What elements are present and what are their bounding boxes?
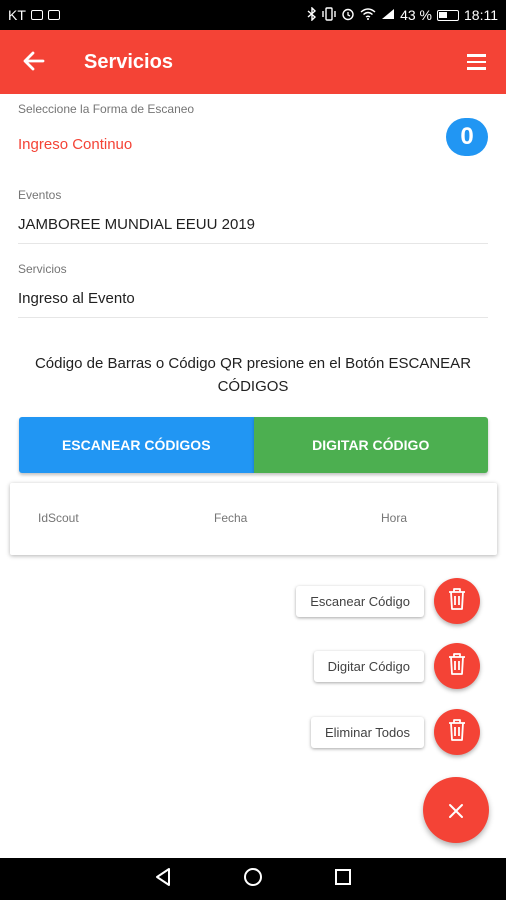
scan-instruction: Código de Barras o Código QR presione en…	[34, 355, 472, 395]
hamburger-menu-icon	[466, 54, 486, 57]
fab-item-type[interactable]: Digitar Código	[313, 643, 480, 689]
fab-scan-button[interactable]	[434, 578, 480, 624]
events-value[interactable]: JAMBOREE MUNDIAL EEUU 2019	[18, 216, 255, 233]
fab-item-delete-all[interactable]: Eliminar Todos	[310, 709, 480, 755]
main-content: Seleccione la Forma de Escaneo Ingreso C…	[0, 94, 506, 555]
fab-main-close-button[interactable]	[423, 777, 489, 843]
nav-back-button[interactable]	[153, 867, 173, 892]
bluetooth-icon	[307, 5, 317, 24]
services-label: Servicios	[18, 262, 67, 276]
services-field[interactable]: Servicios Ingreso al Evento	[18, 244, 488, 318]
circle-home-icon	[243, 867, 263, 892]
trash-icon	[447, 718, 467, 747]
fab-label-scan[interactable]: Escanear Código	[296, 585, 424, 617]
wifi-icon	[360, 7, 376, 23]
fab-type-button[interactable]	[434, 643, 480, 689]
menu-button[interactable]	[446, 30, 506, 94]
scan-mode-label: Seleccione la Forma de Escaneo	[18, 102, 195, 116]
table-header-hora: Hora	[381, 511, 408, 525]
vibrate-icon	[322, 6, 336, 24]
screen-icon	[30, 10, 43, 20]
page-title: Servicios	[84, 50, 173, 73]
fab-label-delete-all[interactable]: Eliminar Todos	[310, 716, 424, 748]
scan-counter-badge: 0	[446, 118, 488, 156]
carrier-label: KT	[8, 7, 26, 23]
fab-delete-all-button[interactable]	[434, 709, 480, 755]
clock: 18:11	[464, 7, 498, 23]
table-header-fecha: Fecha	[214, 511, 248, 525]
table-header-idscout: IdScout	[38, 511, 79, 525]
events-label: Eventos	[18, 188, 62, 202]
scan-mode-field[interactable]: Seleccione la Forma de Escaneo Ingreso C…	[18, 94, 488, 170]
system-nav-bar	[0, 858, 506, 900]
back-button[interactable]	[0, 30, 68, 94]
status-bar-right: 43 % 18:11	[307, 5, 498, 24]
status-bar-left: KT	[8, 7, 60, 23]
triangle-back-icon	[154, 867, 172, 892]
message-icon	[47, 10, 60, 20]
arrow-left-icon	[23, 47, 45, 78]
signal-icon	[381, 7, 395, 23]
scans-table: IdScout Fecha Hora	[10, 483, 497, 555]
fab-label-type[interactable]: Digitar Código	[313, 650, 424, 682]
type-code-button[interactable]: DIGITAR CÓDIGO	[253, 417, 488, 473]
trash-icon	[447, 587, 467, 616]
action-buttons: ESCANEAR CÓDIGOS DIGITAR CÓDIGO	[19, 417, 488, 473]
events-field[interactable]: Eventos JAMBOREE MUNDIAL EEUU 2019	[18, 170, 488, 244]
battery-percent: 43 %	[400, 7, 432, 23]
fab-item-scan[interactable]: Escanear Código	[296, 578, 480, 624]
app-bar: Servicios	[0, 30, 506, 94]
alarm-icon	[341, 7, 355, 24]
nav-recents-button[interactable]	[333, 868, 353, 891]
scan-codes-button[interactable]: ESCANEAR CÓDIGOS	[19, 417, 254, 473]
services-value[interactable]: Ingreso al Evento	[18, 290, 135, 307]
trash-icon	[447, 652, 467, 681]
close-icon	[448, 795, 464, 826]
nav-home-button[interactable]	[243, 867, 263, 892]
square-recents-icon	[334, 868, 352, 891]
status-bar: KT 43 % 18:11	[0, 0, 506, 30]
battery-icon	[437, 9, 459, 21]
scan-mode-value[interactable]: Ingreso Continuo	[18, 136, 132, 153]
